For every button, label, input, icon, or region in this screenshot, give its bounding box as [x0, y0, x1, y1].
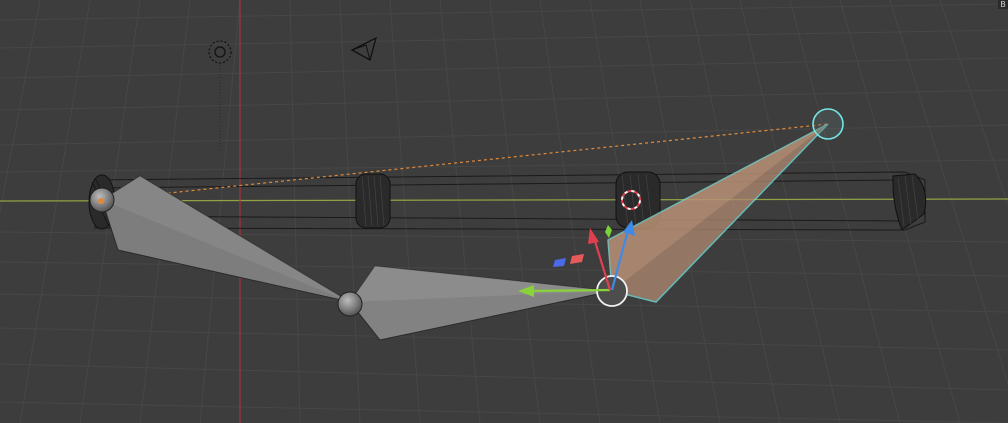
3d-viewport[interactable]: B	[0, 0, 1008, 423]
bone-tip-selected[interactable]	[812, 108, 844, 140]
gizmo-x-arrow-icon[interactable]	[529, 288, 611, 293]
corner-label[interactable]: B	[998, 0, 1008, 9]
bone-joint-middle[interactable]	[337, 291, 363, 317]
wheel-front-right[interactable]	[355, 173, 391, 229]
bone-joint-origin-dot	[98, 198, 104, 204]
scene-canvas[interactable]	[0, 0, 1008, 423]
